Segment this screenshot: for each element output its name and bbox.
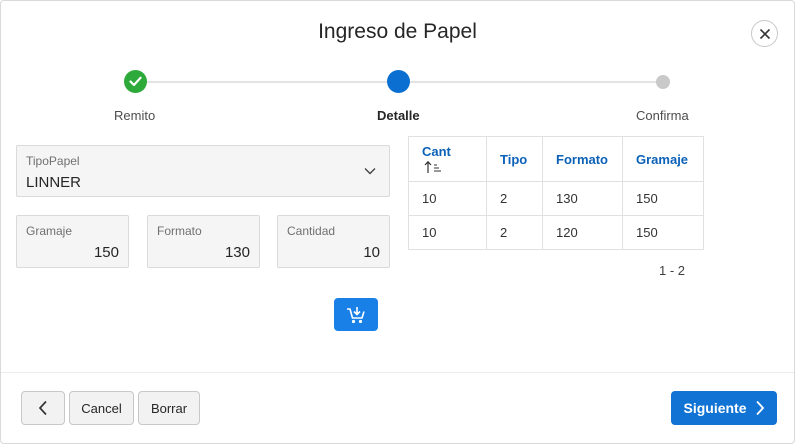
formato-label: Formato [157,224,202,238]
column-header-cant[interactable]: Cant [408,136,487,182]
chevron-down-icon [364,168,376,175]
chevron-right-icon [755,400,764,416]
footer-divider [1,372,794,373]
back-button[interactable] [21,391,65,425]
detail-grid: Cant Tipo Formato Gramaje 10 2 130 150 1… [408,136,704,250]
pagination-info: 1 - 2 [659,263,686,278]
sort-ascending-icon [424,161,441,174]
cell-cant: 10 [408,215,487,250]
cantidad-label: Cantidad [287,224,336,238]
dialog-title: Ingreso de Papel [318,20,477,43]
cell-gramaje: 150 [622,215,704,250]
next-button-label: Siguiente [683,400,747,416]
table-row[interactable]: 10 2 130 150 [408,181,704,216]
column-header-gramaje[interactable]: Gramaje [622,136,704,182]
column-header-tipo[interactable]: Tipo [486,136,543,182]
cell-tipo: 2 [486,181,543,216]
close-icon [759,28,770,39]
step-remito-marker [124,70,147,93]
column-header-cant-label: Cant [422,143,451,159]
formato-field[interactable]: Formato 130 [147,215,260,268]
cell-tipo: 2 [486,215,543,250]
close-button[interactable] [751,20,778,47]
cantidad-value: 10 [363,244,380,261]
step-confirma-marker [656,75,670,89]
cell-cant: 10 [408,181,487,216]
clear-button[interactable]: Borrar [138,391,200,425]
grid-header-row: Cant Tipo Formato Gramaje [408,136,704,182]
formato-value: 130 [224,244,250,261]
step-remito-label: Remito [114,108,156,123]
column-header-formato[interactable]: Formato [542,136,623,182]
gramaje-field[interactable]: Gramaje 150 [16,215,129,268]
cancel-button[interactable]: Cancel [69,391,134,425]
gramaje-value: 150 [93,244,119,261]
ingreso-papel-dialog: Ingreso de Papel Remito Detalle Confirma… [0,0,795,444]
gramaje-label: Gramaje [26,224,73,238]
tipo-papel-label: TipoPapel [26,154,80,168]
add-to-cart-button[interactable] [334,298,378,331]
cart-add-icon [347,306,365,323]
step-detalle-label: Detalle [377,108,420,123]
step-detalle-marker [387,70,410,93]
chevron-left-icon [38,400,47,416]
tipo-papel-value: LINNER [26,174,82,191]
cell-formato: 130 [542,181,623,216]
cell-gramaje: 150 [622,181,704,216]
cell-formato: 120 [542,215,623,250]
next-button[interactable]: Siguiente [671,391,777,425]
table-row[interactable]: 10 2 120 150 [408,215,704,250]
cantidad-field[interactable]: Cantidad 10 [277,215,390,268]
step-confirma-label: Confirma [636,108,689,123]
check-icon [129,76,142,87]
tipo-papel-select[interactable]: TipoPapel LINNER [16,145,390,197]
